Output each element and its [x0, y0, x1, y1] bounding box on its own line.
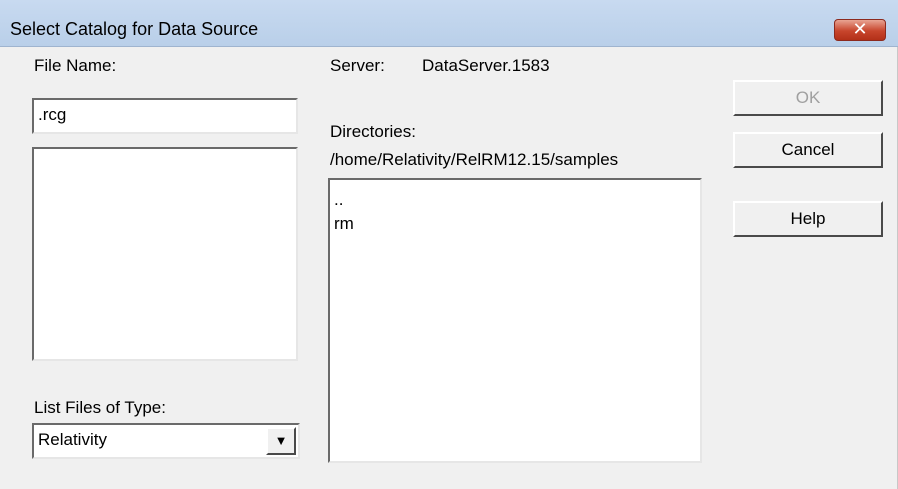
title-bar[interactable]: Select Catalog for Data Source ✕ — [0, 0, 898, 47]
directory-item-parent[interactable]: .. — [334, 190, 343, 210]
cancel-button[interactable]: Cancel — [733, 132, 883, 168]
select-catalog-dialog: Select Catalog for Data Source ✕ File Na… — [0, 0, 898, 489]
file-name-input[interactable]: .rcg — [32, 98, 298, 134]
file-name-label: File Name: — [34, 56, 117, 75]
file-name-value: .rcg — [38, 105, 67, 124]
directories-label: Directories: — [330, 122, 416, 141]
server-label: Server: — [330, 56, 385, 75]
help-button[interactable]: Help — [733, 201, 883, 237]
file-type-label: List Files of Type: — [34, 398, 166, 417]
directory-item-rm[interactable]: rm — [334, 214, 354, 234]
server-value: DataServer.1583 — [422, 56, 550, 75]
directories-list[interactable]: .. rm — [328, 178, 702, 463]
ok-button[interactable]: OK — [733, 80, 883, 116]
dropdown-button[interactable]: ▼ — [266, 427, 296, 455]
files-list[interactable] — [32, 147, 298, 361]
close-icon: ✕ — [852, 19, 868, 39]
file-type-selected: Relativity — [38, 430, 107, 449]
file-type-select[interactable]: Relativity ▼ — [32, 423, 300, 459]
close-button[interactable]: ✕ — [834, 19, 886, 41]
directories-path: /home/Relativity/RelRM12.15/samples — [330, 150, 619, 169]
chevron-down-icon: ▼ — [274, 433, 288, 448]
dialog-title: Select Catalog for Data Source — [10, 19, 259, 39]
